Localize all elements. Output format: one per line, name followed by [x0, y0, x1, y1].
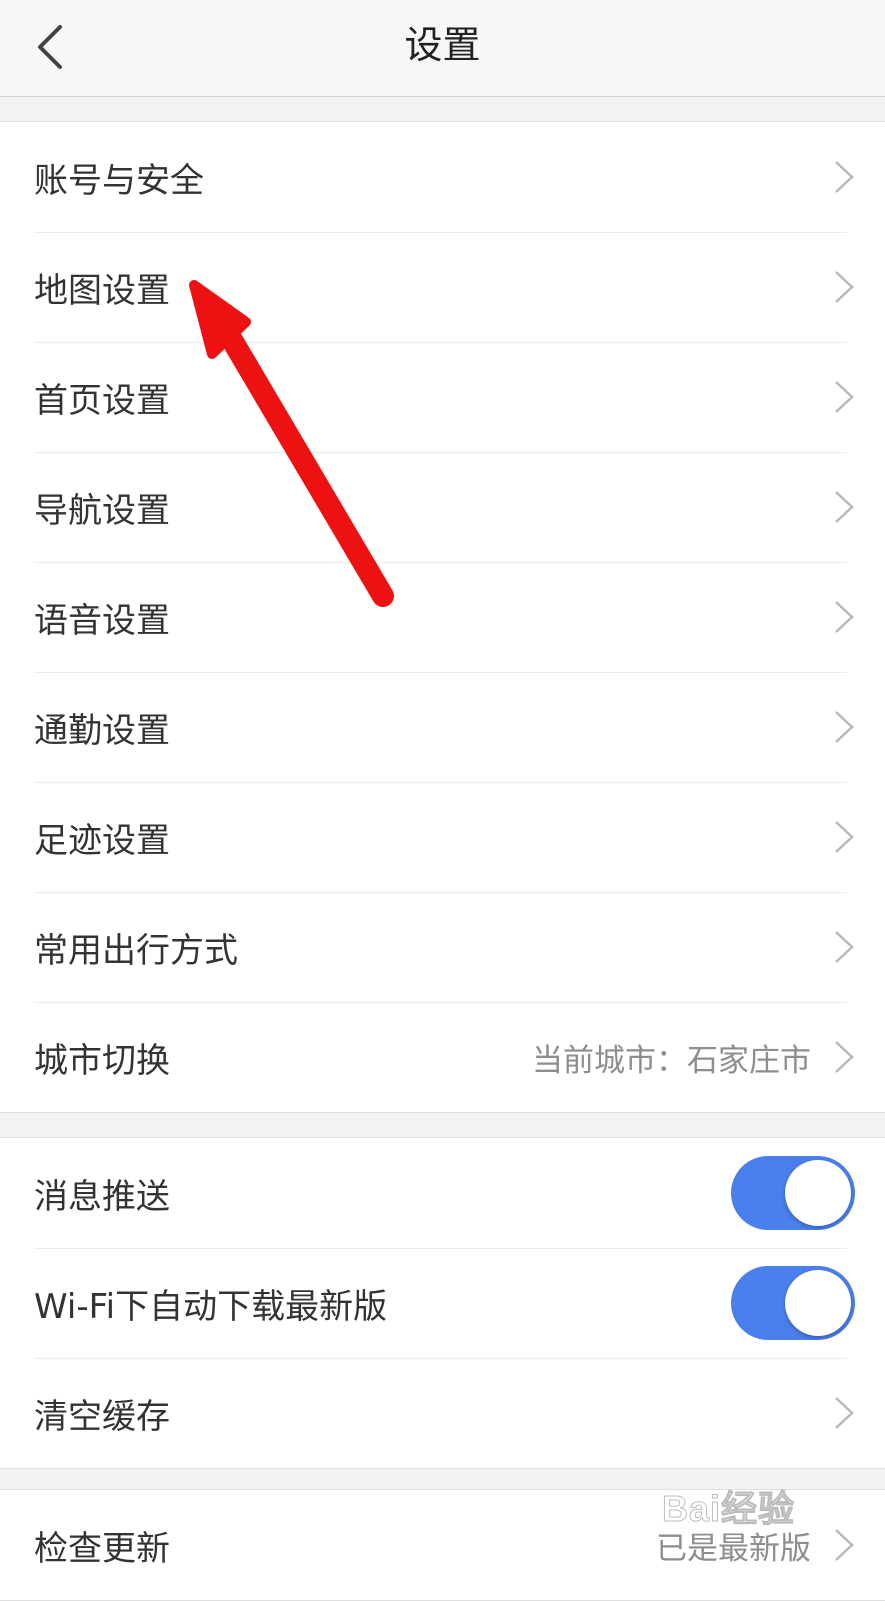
settings-group-update: 检查更新 已是最新版 — [0, 1489, 885, 1601]
row-label: 账号与安全 — [34, 160, 204, 201]
wifi-auto-download-row: Wi-Fi下自动下载最新版 — [0, 1248, 885, 1358]
row-label: 检查更新 — [34, 1528, 170, 1569]
row-label: 语音设置 — [34, 600, 170, 641]
row-label: Wi-Fi下自动下载最新版 — [34, 1286, 388, 1327]
chevron-right-icon — [835, 821, 854, 853]
toggle-knob — [785, 1160, 851, 1226]
row-label: 城市切换 — [34, 1040, 170, 1081]
row-label: 足迹设置 — [34, 820, 170, 861]
navigation-bar: 设置 — [0, 0, 885, 97]
voice-settings-row[interactable]: 语音设置 — [0, 562, 885, 672]
settings-group-system: 消息推送 Wi-Fi下自动下载最新版 清空缓存 — [0, 1137, 885, 1469]
row-label: 消息推送 — [34, 1176, 170, 1217]
travel-mode-row[interactable]: 常用出行方式 — [0, 892, 885, 1002]
chevron-right-icon — [835, 491, 854, 523]
footprint-settings-row[interactable]: 足迹设置 — [0, 782, 885, 892]
settings-group-main: 账号与安全 地图设置 首页设置 导航设置 语音设置 通勤设置 足迹设置 常用出行… — [0, 121, 885, 1113]
chevron-right-icon — [835, 1529, 854, 1561]
clear-cache-row[interactable]: 清空缓存 — [0, 1358, 885, 1468]
chevron-right-icon — [835, 381, 854, 413]
commute-settings-row[interactable]: 通勤设置 — [0, 672, 885, 782]
chevron-right-icon — [835, 271, 854, 303]
row-label: 常用出行方式 — [34, 930, 238, 971]
account-security-row[interactable]: 账号与安全 — [0, 122, 885, 232]
row-label: 清空缓存 — [34, 1396, 170, 1437]
chevron-right-icon — [835, 161, 854, 193]
chevron-right-icon — [835, 711, 854, 743]
update-status-value: 已是最新版 — [656, 1530, 811, 1567]
row-label: 导航设置 — [34, 490, 170, 531]
row-label: 通勤设置 — [34, 710, 170, 751]
push-notification-toggle[interactable] — [731, 1156, 855, 1230]
push-notification-row: 消息推送 — [0, 1138, 885, 1248]
toggle-knob — [785, 1270, 851, 1336]
chevron-right-icon — [835, 1041, 854, 1073]
chevron-right-icon — [835, 1397, 854, 1429]
current-city-value: 当前城市：石家庄市 — [532, 1042, 811, 1079]
map-settings-row[interactable]: 地图设置 — [0, 232, 885, 342]
chevron-right-icon — [835, 931, 854, 963]
wifi-auto-download-toggle[interactable] — [731, 1266, 855, 1340]
page-title: 设置 — [404, 23, 481, 67]
row-label: 首页设置 — [34, 380, 170, 421]
city-switch-row[interactable]: 城市切换 当前城市：石家庄市 — [0, 1002, 885, 1112]
chevron-right-icon — [835, 601, 854, 633]
check-update-row[interactable]: 检查更新 已是最新版 — [0, 1490, 885, 1600]
navigation-settings-row[interactable]: 导航设置 — [0, 452, 885, 562]
row-label: 地图设置 — [34, 270, 170, 311]
home-settings-row[interactable]: 首页设置 — [0, 342, 885, 452]
